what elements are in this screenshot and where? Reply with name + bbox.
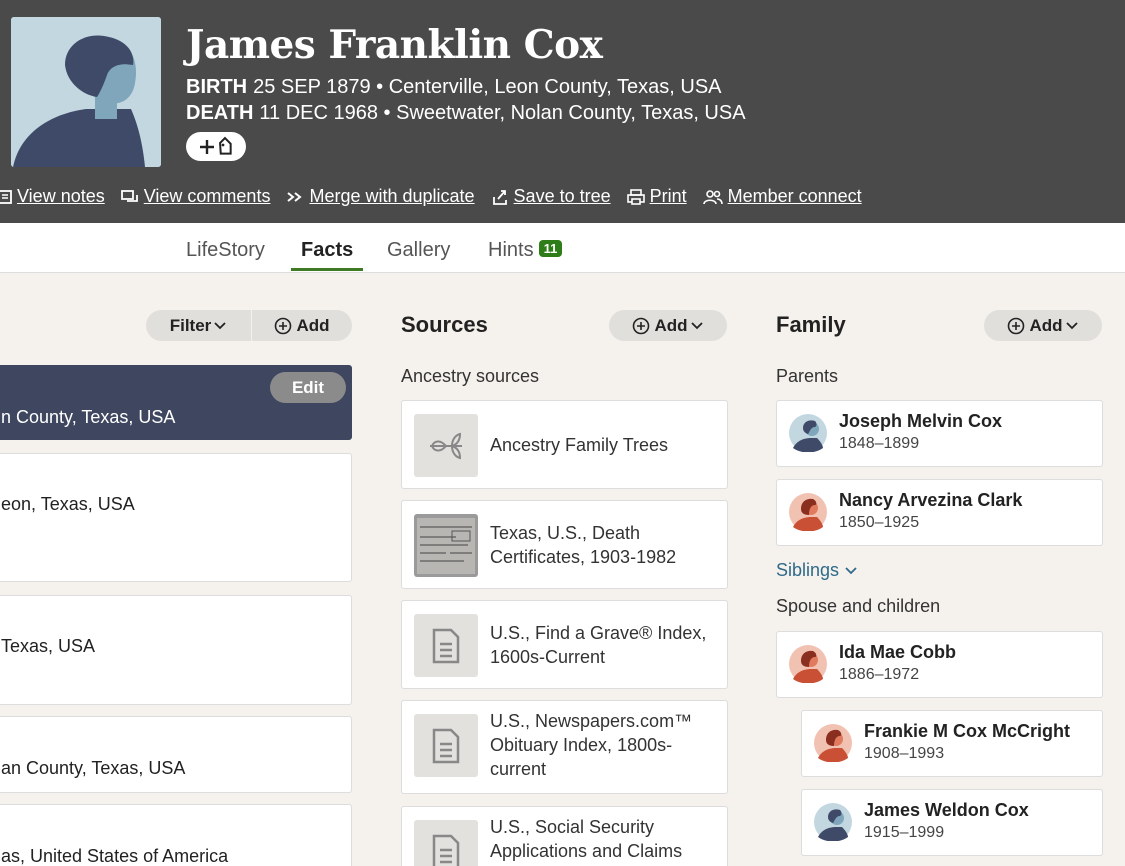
tab-lifestory[interactable]: LifeStory [186,239,265,262]
death-fact: DEATH 11 DEC 1968 • Sweetwater, Nolan Cou… [186,102,746,125]
person-lifespan: 1915–1999 [864,824,945,841]
fact-card-selected[interactable]: Edit n County, Texas, USA [0,365,352,440]
person-lifespan: 1908–1993 [864,745,945,762]
tab-hints-label: Hints [488,239,534,261]
fact-place: eon, Texas, USA [1,494,135,514]
person-lifespan: 1850–1925 [839,514,920,531]
merge-duplicate-link[interactable]: Merge with duplicate [286,186,475,207]
save-icon [492,189,507,205]
leaf-icon [414,414,478,477]
plus-circle-icon [633,317,650,334]
source-card[interactable]: U.S., Social Security Applications and C… [401,806,728,866]
source-card[interactable]: Ancestry Family Trees [401,400,728,489]
person-name: Ida Mae Cobb [839,642,957,662]
chevron-down-icon [690,321,703,329]
source-card[interactable]: Texas, U.S., Death Certificates, 1903-19… [401,500,728,589]
person-name: James Franklin Cox [186,22,603,68]
birth-value: 25 SEP 1879 • Centerville, Leon County, … [253,76,722,98]
source-title: Ancestry Family Trees [490,435,669,455]
birth-label: BIRTH [186,76,248,98]
member-connect-link[interactable]: Member connect [702,186,862,207]
fact-card[interactable]: eon, Texas, USA [0,453,352,582]
fact-place: Texas, USA [1,636,96,656]
source-title: U.S., Find a Grave® Index, 1600s-Current [490,623,707,667]
document-image-icon [414,514,478,577]
chevron-down-icon [214,321,226,329]
view-notes-link[interactable]: View notes [0,186,105,207]
female-avatar-icon [814,724,852,762]
tab-hints[interactable]: Hints 11 [488,239,563,262]
fact-place: as, United States of America [1,846,229,866]
document-icon [414,714,478,777]
siblings-toggle[interactable]: Siblings [776,560,858,581]
plus-circle-icon [1008,317,1025,334]
ancestry-sources-heading: Ancestry sources [401,366,540,386]
save-to-tree-link[interactable]: Save to tree [491,186,611,207]
family-title: Family [776,312,846,337]
person-actions: View notes View comments Merge with dupl… [0,186,878,207]
active-tab-indicator [291,268,363,271]
spouse-card[interactable]: Ida Mae Cobb 1886–1972 [776,631,1103,698]
merge-icon [287,191,303,202]
add-family-button[interactable]: Add [984,310,1102,341]
birth-fact: BIRTH 25 SEP 1879 • Centerville, Leon Cou… [186,76,722,99]
death-label: DEATH [186,102,254,124]
plus-tag-icon [200,136,232,155]
person-lifespan: 1886–1972 [839,666,920,683]
female-avatar-icon [789,645,827,683]
child-card[interactable]: Frankie M Cox McCright 1908–1993 [801,710,1103,777]
fact-card[interactable]: an County, Texas, USA [0,716,352,793]
chevron-down-icon [845,567,857,575]
person-avatar[interactable] [11,17,161,167]
spouse-children-heading: Spouse and children [776,596,941,616]
chevron-down-icon [1065,321,1078,329]
child-card[interactable]: James Weldon Cox 1915–1999 [801,789,1103,856]
person-name: Nancy Arvezina Clark [839,490,1023,510]
fact-card[interactable]: Texas, USA [0,595,352,705]
source-title: Texas, U.S., Death Certificates, 1903-19… [490,523,677,567]
fact-place: an County, Texas, USA [1,758,186,778]
edit-fact-button[interactable]: Edit [270,372,346,403]
print-icon [626,188,645,205]
plus-circle-icon [275,317,292,334]
source-card[interactable]: U.S., Find a Grave® Index, 1600s-Current [401,600,728,689]
person-name: James Weldon Cox [864,800,1029,820]
parents-heading: Parents [776,366,839,386]
filter-button[interactable]: Filter [146,310,251,341]
hints-count-badge: 11 [538,240,563,257]
view-comments-link[interactable]: View comments [120,186,270,207]
add-tag-button[interactable] [186,132,246,161]
tab-gallery[interactable]: Gallery [387,239,450,262]
document-icon [414,614,478,677]
facts-toolbar: Filter Add [146,310,352,341]
source-title: U.S., Newspapers.com™ Obituary Index, 18… [490,711,693,779]
document-icon [414,820,478,866]
fact-place: n County, Texas, USA [1,407,176,427]
person-lifespan: 1848–1899 [839,435,920,452]
add-source-button[interactable]: Add [609,310,727,341]
sources-title: Sources [401,312,488,337]
female-avatar-icon [789,493,827,531]
parent-card-mother[interactable]: Nancy Arvezina Clark 1850–1925 [776,479,1103,546]
comments-icon [120,189,138,202]
fact-card[interactable]: as, United States of America [0,804,352,866]
male-avatar-icon [814,803,852,841]
add-fact-button[interactable]: Add [252,310,352,341]
male-silhouette-icon [11,17,161,167]
notes-icon [0,189,12,204]
death-value: 11 DEC 1968 • Sweetwater, Nolan County, … [259,102,746,124]
parent-card-father[interactable]: Joseph Melvin Cox 1848–1899 [776,400,1103,467]
members-icon [702,189,723,204]
print-link[interactable]: Print [626,186,687,207]
person-header: James Franklin Cox BIRTH 25 SEP 1879 • Ce… [0,0,1125,223]
person-name: Joseph Melvin Cox [839,411,1003,431]
person-name: Frankie M Cox McCright [864,721,1071,741]
tab-bar: LifeStory Facts Gallery Hints 11 [0,223,1125,273]
male-avatar-icon [789,414,827,452]
source-title: U.S., Social Security Applications and C… [490,817,683,861]
source-card[interactable]: U.S., Newspapers.com™ Obituary Index, 18… [401,700,728,794]
tab-facts[interactable]: Facts [301,239,353,262]
